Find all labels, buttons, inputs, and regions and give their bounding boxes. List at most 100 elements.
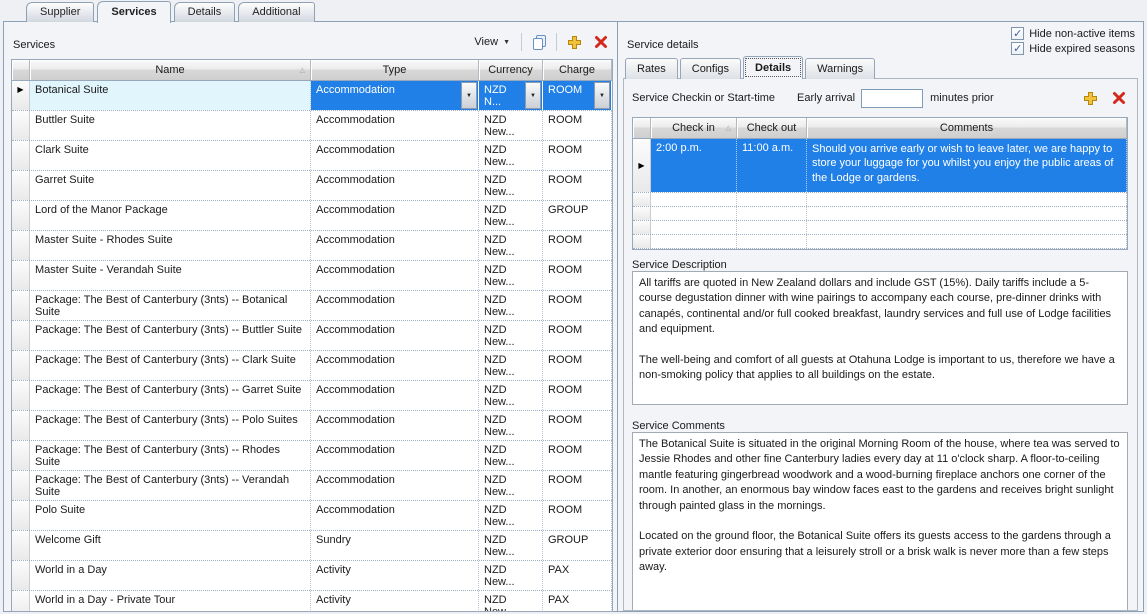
column-header-currency[interactable]: Currency — [479, 60, 543, 80]
table-row[interactable]: Package: The Best of Canterbury (3nts) -… — [12, 321, 612, 351]
tab-additional[interactable]: Additional — [238, 2, 314, 22]
cell-check-out — [737, 221, 807, 234]
table-row[interactable]: Master Suite - Verandah SuiteAccommodati… — [12, 261, 612, 291]
cell-currency: NZD N...▼ — [479, 81, 543, 110]
dropdown-button[interactable]: ▼ — [525, 82, 541, 109]
table-row[interactable]: Package: The Best of Canterbury (3nts) -… — [12, 441, 612, 471]
tab-details[interactable]: Details — [174, 2, 236, 22]
add-button[interactable] — [564, 32, 584, 52]
cell-check-in — [651, 221, 737, 234]
tab-rates[interactable]: Rates — [625, 58, 678, 79]
cell-check-out — [737, 207, 807, 220]
cell-comments — [807, 235, 1127, 248]
cell-name: Package: The Best of Canterbury (3nts) -… — [30, 351, 311, 380]
column-header-type[interactable]: Type — [311, 60, 479, 80]
cell-currency: NZD New... — [479, 201, 543, 230]
row-header — [12, 381, 30, 410]
cell-charge: ROOM — [543, 141, 612, 170]
cell-charge: ROOM — [543, 171, 612, 200]
view-button[interactable]: View ▼ — [470, 34, 514, 50]
column-header-name[interactable]: Name△ — [30, 60, 311, 80]
table-row[interactable]: Buttler SuiteAccommodationNZD New...ROOM — [12, 111, 612, 141]
cell-type: Activity — [311, 591, 479, 612]
row-header — [12, 171, 30, 200]
row-header — [12, 201, 30, 230]
table-row[interactable]: World in a Day - Private TourActivityNZD… — [12, 591, 612, 612]
table-row[interactable]: Package: The Best of Canterbury (3nts) -… — [12, 471, 612, 501]
row-header — [633, 221, 651, 234]
checkin-add-button[interactable] — [1080, 88, 1100, 108]
service-comments-box[interactable]: The Botanical Suite is situated in the o… — [632, 432, 1128, 611]
row-header: ▶ — [633, 139, 651, 192]
dropdown-button[interactable]: ▼ — [594, 82, 610, 109]
cell-name: Clark Suite — [30, 141, 311, 170]
cell-name: Polo Suite — [30, 501, 311, 530]
copy-icon — [531, 34, 548, 51]
early-arrival-input[interactable] — [861, 89, 923, 108]
cell-check-in — [651, 235, 737, 248]
copy-button[interactable] — [529, 32, 549, 52]
table-row[interactable]: ▶Botanical SuiteAccommodation▼NZD N...▼R… — [12, 81, 612, 111]
services-tab-page: Services View ▼ — [3, 21, 1144, 612]
services-grid-body: ▶Botanical SuiteAccommodation▼NZD N...▼R… — [12, 81, 612, 612]
tab-services[interactable]: Services — [97, 1, 170, 23]
tab-configs[interactable]: Configs — [680, 58, 741, 79]
tab-details[interactable]: Details — [743, 56, 803, 79]
cell-currency: NZD New... — [479, 441, 543, 470]
cell-currency: NZD New... — [479, 321, 543, 350]
row-header — [12, 261, 30, 290]
checkbox-icon: ✓ — [1011, 27, 1024, 40]
checkbox-hide-non-active-items[interactable]: ✓Hide non-active items — [1011, 27, 1135, 40]
column-header-comments[interactable]: Comments — [807, 118, 1127, 138]
checkin-grid-header: Check in△Check outComments — [633, 118, 1127, 139]
table-row[interactable]: Master Suite - Rhodes SuiteAccommodation… — [12, 231, 612, 261]
empty-row — [633, 207, 1127, 221]
tab-supplier[interactable]: Supplier — [26, 2, 94, 22]
cell-name: Garret Suite — [30, 171, 311, 200]
checkin-delete-button[interactable] — [1109, 88, 1129, 108]
dropdown-button[interactable]: ▼ — [461, 82, 477, 109]
tab-warnings[interactable]: Warnings — [805, 58, 875, 79]
header-stub — [633, 118, 651, 138]
table-row[interactable]: Polo SuiteAccommodationNZD New...ROOM — [12, 501, 612, 531]
cell-type: Accommodation — [311, 291, 479, 320]
table-row[interactable]: Clark SuiteAccommodationNZD New...ROOM — [12, 141, 612, 171]
table-row[interactable]: Garret SuiteAccommodationNZD New...ROOM — [12, 171, 612, 201]
cell-charge: ROOM — [543, 321, 612, 350]
table-row[interactable]: Package: The Best of Canterbury (3nts) -… — [12, 291, 612, 321]
cell-check-out: 11:00 a.m. — [737, 139, 807, 192]
services-grid: Name△TypeCurrencyCharge ▶Botanical Suite… — [11, 59, 613, 612]
window-tab-strip: SupplierServicesDetailsAdditional — [26, 2, 315, 23]
service-details-panel: Service details ✓Hide non-active items✓H… — [617, 22, 1143, 611]
service-description-box[interactable]: All tariffs are quoted in New Zealand do… — [632, 271, 1128, 405]
row-header — [12, 321, 30, 350]
empty-row — [633, 193, 1127, 207]
table-row[interactable]: Package: The Best of Canterbury (3nts) -… — [12, 351, 612, 381]
checkbox-hide-expired-seasons[interactable]: ✓Hide expired seasons — [1011, 42, 1135, 55]
cell-charge: ROOM▼ — [543, 81, 612, 110]
cell-type: Accommodation — [311, 501, 479, 530]
table-row[interactable]: Lord of the Manor PackageAccommodationNZ… — [12, 201, 612, 231]
column-header-charge[interactable]: Charge — [543, 60, 612, 80]
table-row[interactable]: ▶2:00 p.m.11:00 a.m.Should you arrive ea… — [633, 139, 1127, 193]
cell-comments: Should you arrive early or wish to leave… — [807, 139, 1127, 192]
table-row[interactable]: Welcome GiftSundryNZD New...GROUP — [12, 531, 612, 561]
cell-type: Accommodation — [311, 321, 479, 350]
cell-currency: NZD New... — [479, 111, 543, 140]
column-header-check-out[interactable]: Check out — [737, 118, 807, 138]
column-header-check-in[interactable]: Check in△ — [651, 118, 737, 138]
table-row[interactable]: World in a DayActivityNZD New...PAX — [12, 561, 612, 591]
checkbox-icon: ✓ — [1011, 42, 1024, 55]
row-header — [12, 531, 30, 560]
cell-currency: NZD New... — [479, 531, 543, 560]
table-row[interactable]: Package: The Best of Canterbury (3nts) -… — [12, 411, 612, 441]
delete-button[interactable] — [591, 32, 611, 52]
service-comments-label: Service Comments — [632, 420, 725, 432]
cell-charge: PAX — [543, 591, 612, 612]
table-row[interactable]: Package: The Best of Canterbury (3nts) -… — [12, 381, 612, 411]
services-toolbar: View ▼ — [470, 32, 611, 52]
checkin-header-row: Service Checkin or Start-time Early arri… — [632, 87, 1129, 109]
row-header — [633, 193, 651, 206]
cell-name: Package: The Best of Canterbury (3nts) -… — [30, 441, 311, 470]
empty-row — [633, 221, 1127, 235]
